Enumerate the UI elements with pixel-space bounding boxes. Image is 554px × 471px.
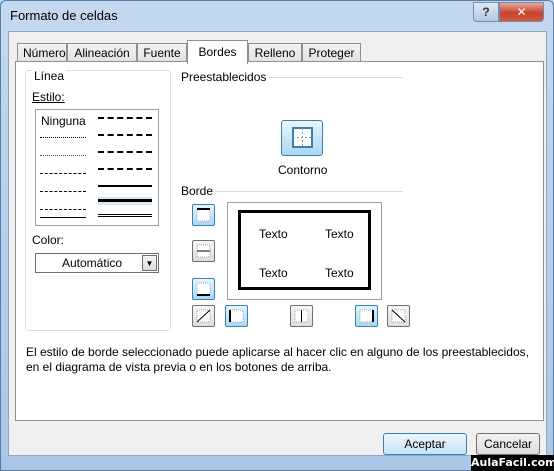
close-icon: ✕ xyxy=(516,5,527,19)
chevron-down-icon[interactable]: ▼ xyxy=(142,255,157,271)
line-style-hair[interactable] xyxy=(40,134,86,142)
tab-proteger[interactable]: Proteger xyxy=(302,43,361,63)
accept-button[interactable]: Aceptar xyxy=(383,433,467,455)
linea-group: Línea Estilo: Ninguna Color: Automático … xyxy=(25,69,171,331)
help-button[interactable]: ? xyxy=(473,2,499,22)
title-bar[interactable]: Formato de celdas ? ✕ xyxy=(1,1,553,31)
cancel-button[interactable]: Cancelar xyxy=(476,433,540,455)
tab-relleno[interactable]: Relleno xyxy=(248,43,302,63)
borde-separator xyxy=(215,191,403,192)
tab-fuente[interactable]: Fuente xyxy=(137,43,187,63)
line-style-slant-dash-dot[interactable] xyxy=(98,131,152,139)
border-diagonal-down-icon xyxy=(391,309,406,323)
color-label: Color: xyxy=(32,233,65,247)
border-top-button[interactable] xyxy=(192,204,215,226)
line-style-double[interactable] xyxy=(98,212,152,220)
border-right-icon xyxy=(359,309,374,323)
help-icon: ? xyxy=(482,5,490,19)
window-title: Formato de celdas xyxy=(10,8,118,23)
preestablecidos-label: Preestablecidos xyxy=(181,70,267,84)
border-left-button[interactable] xyxy=(225,305,248,327)
format-cells-dialog: Formato de celdas ? ✕ Número Alineación … xyxy=(0,0,554,471)
border-diagonal-up-icon xyxy=(196,309,211,323)
contorno-label: Contorno xyxy=(278,163,328,177)
preview-cell-top-right: Texto xyxy=(325,227,354,241)
line-style-dashed[interactable] xyxy=(40,206,86,214)
preview-cell-bottom-right: Texto xyxy=(325,266,354,280)
line-style-medium-dash-dot-dot[interactable] xyxy=(98,114,152,122)
color-dropdown[interactable]: Automático ▼ xyxy=(35,253,159,273)
border-bottom-button[interactable] xyxy=(192,278,215,300)
borde-label: Borde xyxy=(181,184,214,198)
border-left-icon xyxy=(229,309,244,323)
preestablecidos-separator xyxy=(269,77,403,78)
line-style-medium-dashed[interactable] xyxy=(98,165,152,173)
help-description: El estilo de borde seleccionado puede ap… xyxy=(26,345,529,374)
bordes-panel: Línea Estilo: Ninguna Color: Automático … xyxy=(15,61,544,421)
line-style-list[interactable]: Ninguna xyxy=(35,109,159,226)
tab-alineacion[interactable]: Alineación xyxy=(67,43,137,63)
close-button[interactable]: ✕ xyxy=(499,2,544,22)
border-right-button[interactable] xyxy=(355,305,378,327)
border-inside-horizontal-icon xyxy=(196,244,211,258)
border-diagonal-up-button[interactable] xyxy=(192,305,215,327)
line-style-none[interactable]: Ninguna xyxy=(41,114,86,128)
border-preview[interactable]: Texto Texto Texto Texto xyxy=(227,202,382,300)
line-style-medium-dash-dot[interactable] xyxy=(98,148,152,156)
border-top-icon xyxy=(196,208,211,222)
line-style-dash-dot-dot[interactable] xyxy=(40,170,86,178)
watermark-logo: AulaFacil.com xyxy=(471,455,554,471)
line-style-medium[interactable] xyxy=(98,182,152,190)
line-style-dash-dot[interactable] xyxy=(40,188,86,196)
border-diagonal-down-button[interactable] xyxy=(387,305,410,327)
border-inside-vertical-button[interactable] xyxy=(290,305,313,327)
preview-cell-top-left: Texto xyxy=(259,227,288,241)
tab-bordes[interactable]: Bordes xyxy=(187,40,248,64)
contorno-button[interactable] xyxy=(281,120,323,156)
border-inside-vertical-icon xyxy=(294,309,309,323)
line-style-thin[interactable] xyxy=(40,214,86,222)
border-bottom-icon xyxy=(196,282,211,296)
outline-border-icon xyxy=(292,127,313,148)
dialog-body: Número Alineación Fuente Bordes Relleno … xyxy=(8,31,547,456)
color-value: Automático xyxy=(62,256,123,270)
tab-numero[interactable]: Número xyxy=(17,43,67,63)
preview-cell-bottom-left: Texto xyxy=(259,266,288,280)
line-style-thick-selected[interactable] xyxy=(98,197,152,205)
linea-group-label: Línea xyxy=(32,69,67,83)
line-style-dotted[interactable] xyxy=(40,152,86,160)
border-inside-horizontal-button[interactable] xyxy=(192,240,215,262)
estilo-label: Estilo: xyxy=(32,90,65,104)
